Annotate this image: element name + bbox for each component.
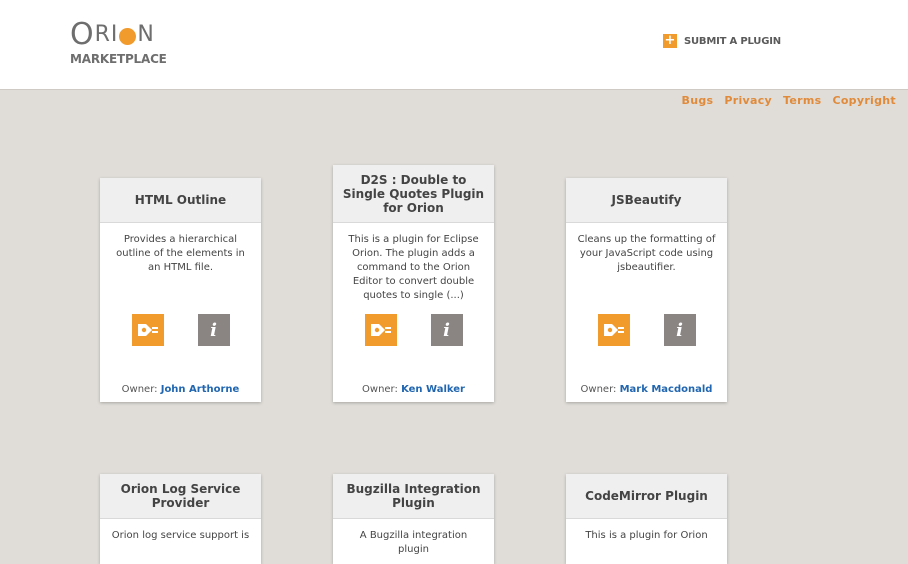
copyright-link[interactable]: Copyright — [832, 94, 896, 107]
plugin-description: A Bugzilla integration plugin — [359, 530, 468, 555]
plugin-title[interactable]: HTML Outline — [100, 178, 261, 223]
plugin-card: HTML Outline Provides a hierarchical out… — [100, 178, 261, 402]
owner-link[interactable]: Ken Walker — [401, 384, 465, 395]
privacy-link[interactable]: Privacy — [724, 94, 772, 107]
plugin-description: Orion log service support is — [111, 530, 250, 541]
info-button[interactable]: i — [663, 314, 696, 346]
header: O RI N MARKETPLACE + SUBMIT A PLUGIN — [0, 0, 908, 90]
owner-label: Owner: — [121, 384, 158, 395]
logo-letter-n: N — [137, 22, 155, 47]
submit-plugin-label: SUBMIT A PLUGIN — [684, 35, 781, 47]
plugin-card: Orion Log Service Provider Orion log ser… — [100, 474, 261, 564]
info-button[interactable]: i — [197, 314, 230, 346]
plugin-owner: Owner: Mark Macdonald — [566, 384, 727, 395]
logo-orange-dot — [119, 28, 137, 45]
plugin-card: D2S : Double to Single Quotes Plugin for… — [333, 165, 494, 402]
plugin-description: Cleans up the formatting of your JavaScr… — [577, 234, 716, 273]
plugin-title[interactable]: D2S : Double to Single Quotes Plugin for… — [333, 165, 494, 223]
plugin-title[interactable]: CodeMirror Plugin — [566, 474, 727, 519]
plugin-owner: Owner: John Arthorne — [100, 384, 261, 395]
plugin-title[interactable]: Bugzilla Integration Plugin — [333, 474, 494, 519]
info-icon: i — [676, 319, 683, 341]
plugin-card: CodeMirror Plugin This is a plugin for O… — [566, 474, 727, 564]
bugs-link[interactable]: Bugs — [682, 94, 714, 107]
orion-marketplace-logo[interactable]: O RI N MARKETPLACE — [70, 20, 167, 67]
install-plugin-button[interactable] — [364, 314, 397, 346]
plugin-description: This is a plugin for Orion — [585, 530, 708, 541]
owner-link[interactable]: John Arthorne — [161, 384, 240, 395]
plugin-title[interactable]: JSBeautify — [566, 178, 727, 223]
plugin-owner: Owner: Ken Walker — [333, 384, 494, 395]
terms-link[interactable]: Terms — [783, 94, 821, 107]
plugin-description: This is a plugin for Eclipse Orion. The … — [348, 234, 479, 301]
owner-label: Owner: — [362, 384, 398, 395]
logo-letters-ri: RI — [94, 22, 119, 47]
submit-plugin-button[interactable]: + SUBMIT A PLUGIN — [663, 34, 781, 48]
plugin-card: JSBeautify Cleans up the formatting of y… — [566, 178, 727, 402]
plus-icon: + — [663, 33, 677, 48]
install-plugin-button[interactable] — [131, 314, 164, 346]
owner-label: Owner: — [580, 384, 617, 395]
info-icon: i — [210, 319, 217, 341]
plugin-actions: i — [100, 314, 261, 346]
plugin-title[interactable]: Orion Log Service Provider — [100, 474, 261, 519]
plugin-card: Bugzilla Integration Plugin A Bugzilla i… — [333, 474, 494, 564]
logo-letter-o: O — [70, 17, 95, 52]
owner-link[interactable]: Mark Macdonald — [620, 384, 713, 395]
site-links: Bugs Privacy Terms Copyright — [682, 94, 896, 107]
plugin-description: Provides a hierarchical outline of the e… — [116, 234, 245, 273]
plug-icon — [603, 324, 624, 336]
info-icon: i — [443, 319, 450, 341]
install-plugin-button[interactable] — [597, 314, 630, 346]
plugin-actions: i — [566, 314, 727, 346]
logo-subtitle: MARKETPLACE — [70, 52, 167, 66]
info-button[interactable]: i — [430, 314, 463, 346]
plug-icon — [137, 324, 158, 336]
plug-icon — [370, 324, 391, 336]
plugin-actions: i — [333, 314, 494, 346]
logo-wordmark: O RI N — [70, 20, 167, 50]
